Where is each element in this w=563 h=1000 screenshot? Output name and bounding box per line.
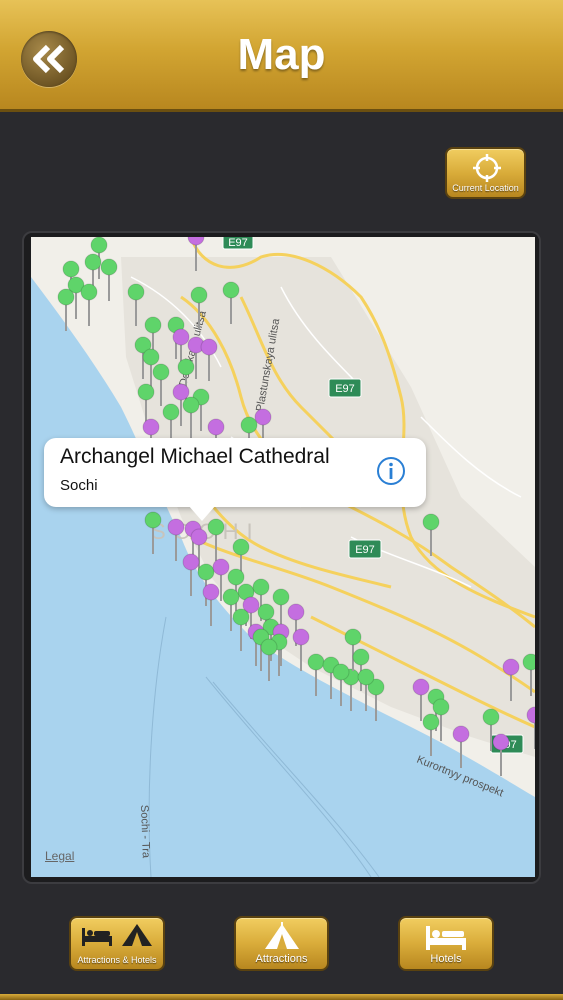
attraction-pin xyxy=(257,603,275,621)
road-shield-label: E97 xyxy=(355,544,375,556)
hotel-pin xyxy=(200,338,218,356)
tab-attractions[interactable]: Attractions xyxy=(234,916,329,971)
attraction-pin xyxy=(344,628,362,646)
attraction-pin xyxy=(432,698,450,716)
attraction-pin xyxy=(232,538,250,556)
map-canvas[interactable]: E97 E97 E97 E97 Plastunskaya ulitsa Dons… xyxy=(31,237,535,877)
attraction-pin xyxy=(252,578,270,596)
hotel-pin xyxy=(182,553,200,571)
attraction-pin xyxy=(137,383,155,401)
attraction-pin xyxy=(422,713,440,731)
tab-label: Attractions xyxy=(255,953,308,965)
hotel-pin xyxy=(412,678,430,696)
hotel-pin xyxy=(202,583,220,601)
crosshair-icon xyxy=(473,154,501,182)
tent-icon xyxy=(264,922,299,949)
current-location-button[interactable]: Current Location xyxy=(445,147,526,199)
tab-label: Hotels xyxy=(430,953,462,965)
attraction-pin xyxy=(522,653,535,671)
legal-link[interactable]: Legal xyxy=(45,849,74,863)
callout-title: Archangel Michael Cathedral xyxy=(60,445,330,468)
hotel-pin xyxy=(190,528,208,546)
hotel-pin xyxy=(167,518,185,536)
callout-pointer xyxy=(188,505,216,521)
attraction-pin xyxy=(90,237,108,254)
road-shield-label: E97 xyxy=(335,383,355,395)
tab-label: Attractions & Hotels xyxy=(77,955,157,965)
attraction-pin xyxy=(142,348,160,366)
hotel-pin xyxy=(172,383,190,401)
attraction-pin xyxy=(332,663,350,681)
attraction-pin xyxy=(152,363,170,381)
attraction-pin xyxy=(190,286,208,304)
page-title: Map xyxy=(237,30,326,79)
attraction-pin xyxy=(62,260,80,278)
attraction-pin xyxy=(84,253,102,271)
road-shield-label: E97 xyxy=(228,237,248,249)
attraction-pin xyxy=(272,588,290,606)
callout-subtitle: Sochi xyxy=(60,477,98,494)
attraction-pin xyxy=(144,316,162,334)
hotel-pin xyxy=(207,418,225,436)
hotel-pin xyxy=(172,328,190,346)
attraction-pin xyxy=(162,403,180,421)
hotel-pin xyxy=(502,658,520,676)
bottom-bar xyxy=(0,994,563,1000)
bed-icon xyxy=(426,926,466,950)
attraction-pin xyxy=(207,518,225,536)
attraction-pin xyxy=(422,513,440,531)
attraction-pin xyxy=(232,608,250,626)
attraction-pin xyxy=(222,588,240,606)
attraction-pin xyxy=(222,281,240,299)
tab-hotels[interactable]: Hotels xyxy=(398,916,494,971)
hotel-pin xyxy=(254,408,272,426)
attraction-pin xyxy=(197,563,215,581)
tent-icon xyxy=(122,924,152,946)
header-bar: Map xyxy=(0,0,563,112)
hotel-pin xyxy=(287,603,305,621)
attraction-pin xyxy=(177,358,195,376)
attraction-pin xyxy=(57,288,75,306)
hotel-pin xyxy=(292,628,310,646)
hotel-pin xyxy=(142,418,160,436)
attraction-pin xyxy=(352,648,370,666)
bed-icon xyxy=(82,928,112,946)
map-view[interactable]: E97 E97 E97 E97 Plastunskaya ulitsa Dons… xyxy=(31,237,535,877)
attraction-pin xyxy=(240,416,258,434)
attraction-pin xyxy=(100,258,118,276)
road-label: Sochi - Tra xyxy=(138,805,152,859)
attraction-pin xyxy=(182,396,200,414)
attraction-pin xyxy=(357,668,375,686)
tab-attractions-hotels[interactable]: Attractions & Hotels xyxy=(69,916,165,971)
map-callout[interactable]: Archangel Michael Cathedral Sochi xyxy=(44,438,426,507)
info-icon[interactable] xyxy=(376,456,406,486)
attraction-pin xyxy=(307,653,325,671)
attraction-pin xyxy=(260,638,278,656)
hotel-pin xyxy=(492,733,510,751)
attraction-pin xyxy=(127,283,145,301)
current-location-label: Current Location xyxy=(452,183,519,193)
attraction-pin xyxy=(482,708,500,726)
attraction-pin xyxy=(144,511,162,529)
attraction-pin xyxy=(80,283,98,301)
attraction-pin xyxy=(227,568,245,586)
hotel-pin xyxy=(452,725,470,743)
hotel-pin xyxy=(212,558,230,576)
